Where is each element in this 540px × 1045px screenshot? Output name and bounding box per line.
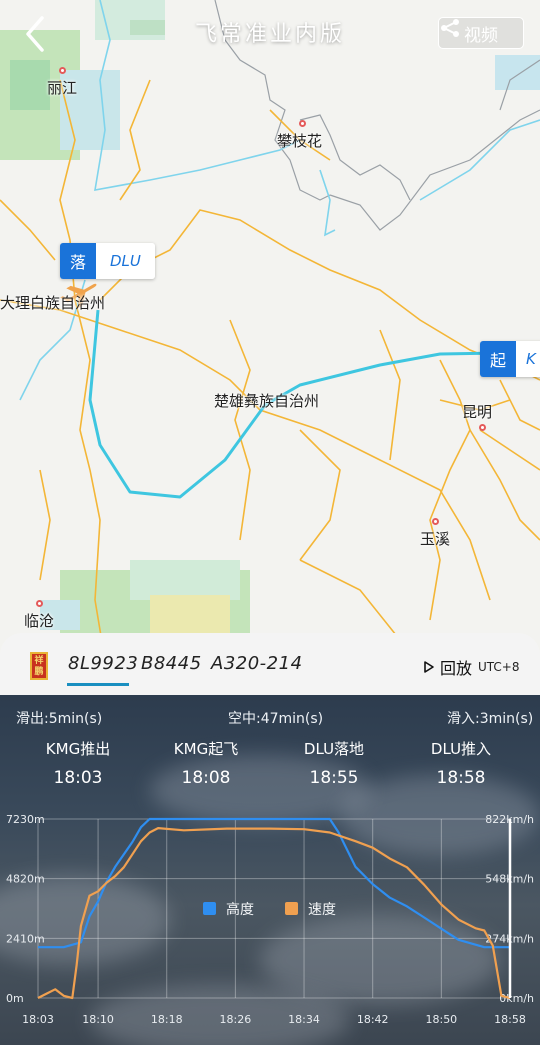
- place-label-yuxi: 玉溪: [420, 530, 451, 548]
- x-tick-label: 18:26: [220, 1013, 252, 1026]
- legend-speed-swatch: [285, 902, 298, 915]
- aircraft-type[interactable]: A320-214: [211, 653, 303, 674]
- timezone-label: UTC+8: [478, 660, 520, 674]
- x-tick-label: 18:42: [357, 1013, 389, 1026]
- series-line-altitude: [38, 817, 510, 949]
- arrival-code: DLU: [96, 243, 155, 279]
- y-tick-label-left: 4820m: [6, 873, 45, 886]
- panzhihua-marker-icon: [299, 120, 306, 127]
- x-tick-label: 18:58: [494, 1013, 526, 1026]
- flight-dashboard: 滑出:5min(s) 空中:47min(s) 滑入:3min(s) KMG推出 …: [0, 695, 540, 1045]
- airline-logo: 祥鹏: [30, 652, 48, 680]
- replay-button[interactable]: 回放 UTC+8: [422, 655, 520, 679]
- departure-code: K: [516, 341, 540, 377]
- place-label-panzhihua: 攀枝花: [277, 132, 323, 150]
- video-button[interactable]: 视频: [438, 17, 524, 49]
- x-tick-label: 18:18: [151, 1013, 183, 1026]
- flight-info-bar: 祥鹏 8L9923 B8445 A320-214 回放 UTC+8: [0, 633, 540, 695]
- flight-number[interactable]: 8L9923: [68, 653, 138, 674]
- y-tick-label-left: 7230m: [6, 813, 45, 826]
- series-line-speed: [37, 827, 511, 1000]
- flight-map[interactable]: 丽江 攀枝花 大理白族自治州 楚雄彝族自治州 昆明 玉溪 临沧 落 DLU 起 …: [0, 0, 540, 690]
- place-label-chuxiong: 楚雄彝族自治州: [214, 392, 320, 410]
- yuxi-marker-icon: [432, 518, 439, 525]
- registration-number[interactable]: B8445: [141, 653, 202, 674]
- play-icon: [424, 661, 434, 673]
- lincang-marker-icon: [36, 600, 43, 607]
- altitude-speed-chart[interactable]: 7230m4820m2410m0m822km/h548km/h274km/h0k…: [0, 695, 540, 1045]
- arrival-airport-marker[interactable]: 落 DLU: [60, 243, 155, 279]
- x-tick-label: 18:34: [288, 1013, 320, 1026]
- video-button-label: 视频: [464, 25, 498, 46]
- place-label-lijiang: 丽江: [47, 79, 78, 97]
- legend-altitude-label: 高度: [226, 901, 254, 918]
- x-tick-label: 18:03: [22, 1013, 54, 1026]
- place-label-kunming: 昆明: [462, 403, 493, 421]
- arrival-tag: 落: [60, 243, 96, 279]
- map-graphic: [0, 0, 540, 690]
- x-tick-label: 18:50: [425, 1013, 457, 1026]
- legend-altitude-swatch: [203, 902, 216, 915]
- y-tick-label-right: 0km/h: [499, 992, 534, 1005]
- departure-airport-marker[interactable]: 起 K: [480, 341, 540, 377]
- lijiang-marker-icon: [59, 67, 66, 74]
- departure-tag: 起: [480, 341, 516, 377]
- place-label-lincang: 临沧: [24, 612, 55, 630]
- flight-number-underline: [67, 683, 129, 686]
- kunming-marker-icon: [479, 424, 486, 431]
- place-label-dali: 大理白族自治州: [0, 294, 106, 312]
- y-tick-label-left: 2410m: [6, 932, 45, 945]
- y-tick-label-left: 0m: [6, 992, 24, 1005]
- x-tick-label: 18:10: [82, 1013, 114, 1026]
- replay-label: 回放: [440, 659, 473, 678]
- legend-speed-label: 速度: [308, 902, 336, 918]
- share-icon: [441, 19, 459, 37]
